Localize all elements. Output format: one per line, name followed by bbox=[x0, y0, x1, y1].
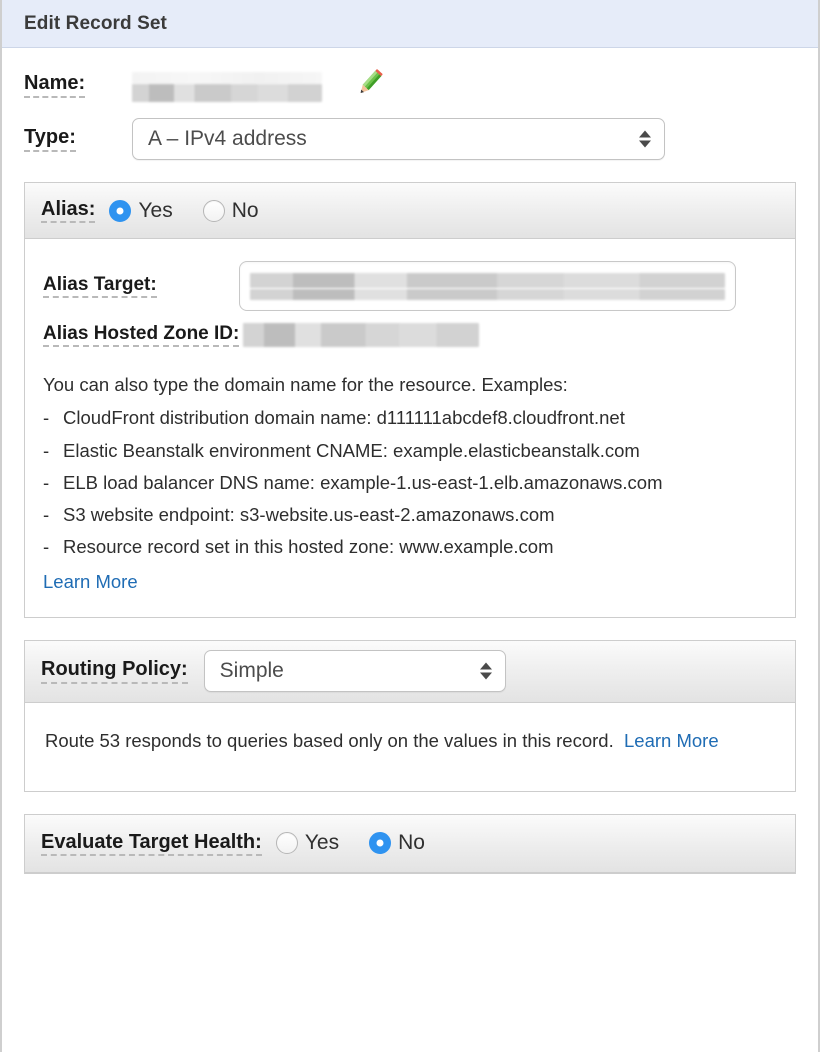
dash-bullet: - bbox=[43, 407, 50, 429]
example-text: S3 website endpoint: s3-website.us-east-… bbox=[63, 504, 555, 526]
name-value-redacted bbox=[132, 68, 322, 102]
evaluate-target-health-no-label: No bbox=[398, 831, 425, 855]
evaluate-target-health-header: Evaluate Target Health: Yes No bbox=[25, 814, 795, 873]
chevron-down-icon bbox=[479, 672, 492, 680]
alias-help-intro: You can also type the domain name for th… bbox=[43, 374, 568, 396]
alias-radio-no-label: No bbox=[231, 198, 259, 222]
alias-target-label: Alias Target: bbox=[43, 274, 157, 299]
alias-target-row: Alias Target: bbox=[25, 239, 795, 311]
evaluate-target-health-yes-label: Yes bbox=[304, 831, 340, 855]
alias-radio-group: Yes No bbox=[109, 199, 288, 223]
edit-record-set-panel: Edit Record Set Name: Type: A – IPv4 add… bbox=[0, 0, 820, 1052]
dash-bullet: - bbox=[43, 504, 50, 526]
evaluate-target-health-radio-no[interactable]: No bbox=[369, 831, 425, 855]
alias-target-redaction-line-2 bbox=[250, 288, 725, 300]
routing-policy-help: Route 53 responds to queries based only … bbox=[25, 703, 795, 791]
routing-policy-learn-more-link[interactable]: Learn More bbox=[624, 725, 719, 757]
chevron-up-icon bbox=[479, 662, 492, 670]
example-text: Resource record set in this hosted zone:… bbox=[63, 536, 554, 558]
evaluate-target-health-radio-group: Yes No bbox=[275, 831, 455, 855]
list-item: - ELB load balancer DNS name: example-1.u… bbox=[43, 467, 777, 499]
dash-bullet: - bbox=[43, 536, 50, 558]
page-title: Edit Record Set bbox=[24, 12, 167, 34]
alias-hosted-zone-id-value-redacted bbox=[243, 323, 480, 348]
chevron-up-icon bbox=[639, 130, 651, 138]
alias-radio-yes-label: Yes bbox=[138, 198, 173, 222]
alias-hosted-zone-id-row: Alias Hosted Zone ID: bbox=[25, 311, 795, 348]
type-label-cell: Type: bbox=[24, 126, 132, 152]
alias-section: Alias: Yes No Alias Target: Alias Hosted… bbox=[24, 182, 796, 618]
alias-radio-yes[interactable]: Yes bbox=[109, 198, 173, 223]
list-item: - S3 website endpoint: s3-website.us-east… bbox=[43, 499, 777, 531]
alias-help-example-list: - CloudFront distribution domain name: d1… bbox=[43, 402, 777, 563]
alias-label: Alias: bbox=[41, 198, 96, 224]
alias-learn-more-link[interactable]: Learn More bbox=[43, 566, 138, 598]
alias-section-header: Alias: Yes No bbox=[25, 183, 795, 239]
chevron-down-icon bbox=[639, 140, 651, 148]
list-item: - Resource record set in this hosted zone… bbox=[43, 531, 777, 563]
name-label-cell: Name: bbox=[24, 72, 132, 98]
routing-policy-select-value: Simple bbox=[219, 659, 284, 683]
evaluate-target-health-section: Evaluate Target Health: Yes No bbox=[24, 813, 796, 874]
evaluate-target-health-label: Evaluate Target Health: bbox=[41, 831, 262, 856]
example-text: CloudFront distribution domain name: d11… bbox=[63, 407, 625, 429]
alias-target-input[interactable] bbox=[239, 261, 736, 311]
alias-target-label-cell: Alias Target: bbox=[43, 274, 239, 299]
alias-target-redaction-line-1 bbox=[250, 272, 725, 288]
name-field-row: Name: bbox=[2, 48, 818, 102]
routing-policy-header: Routing Policy: Simple bbox=[25, 640, 795, 703]
name-redaction-line-2 bbox=[132, 84, 322, 102]
chevron-updown-icon bbox=[479, 662, 492, 680]
routing-policy-help-text: Route 53 responds to queries based only … bbox=[45, 729, 614, 751]
radio-off-icon bbox=[275, 832, 298, 855]
name-label: Name: bbox=[24, 72, 86, 98]
evaluate-target-health-radio-yes[interactable]: Yes bbox=[275, 831, 340, 855]
chevron-updown-icon bbox=[639, 130, 651, 148]
type-field-row: Type: A – IPv4 address bbox=[2, 100, 818, 160]
alias-hosted-zone-id-label: Alias Hosted Zone ID: bbox=[43, 323, 240, 348]
pencil-icon[interactable] bbox=[352, 66, 386, 105]
list-item: - CloudFront distribution domain name: d1… bbox=[43, 402, 777, 434]
alias-section-body: Alias Target: Alias Hosted Zone ID: You … bbox=[25, 239, 795, 617]
type-select-value: A – IPv4 address bbox=[148, 127, 307, 150]
type-label: Type: bbox=[24, 126, 76, 152]
list-item: - Elastic Beanstalk environment CNAME: ex… bbox=[43, 435, 777, 467]
radio-on-icon bbox=[109, 199, 132, 222]
name-redaction-line-1 bbox=[132, 72, 322, 84]
alias-radio-no[interactable]: No bbox=[202, 198, 259, 223]
example-text: Elastic Beanstalk environment CNAME: exa… bbox=[63, 439, 640, 461]
radio-on-icon bbox=[369, 832, 392, 855]
routing-policy-select[interactable]: Simple bbox=[203, 650, 506, 693]
type-select[interactable]: A – IPv4 address bbox=[132, 118, 665, 160]
routing-policy-label: Routing Policy: bbox=[41, 658, 188, 684]
dash-bullet: - bbox=[43, 439, 50, 461]
dash-bullet: - bbox=[43, 471, 50, 493]
panel-header: Edit Record Set bbox=[2, 0, 818, 48]
radio-off-icon bbox=[202, 199, 225, 222]
alias-help-text: You can also type the domain name for th… bbox=[25, 347, 795, 616]
routing-policy-section: Routing Policy: Simple Route 53 responds… bbox=[24, 639, 796, 792]
example-text: ELB load balancer DNS name: example-1.us… bbox=[63, 471, 663, 493]
